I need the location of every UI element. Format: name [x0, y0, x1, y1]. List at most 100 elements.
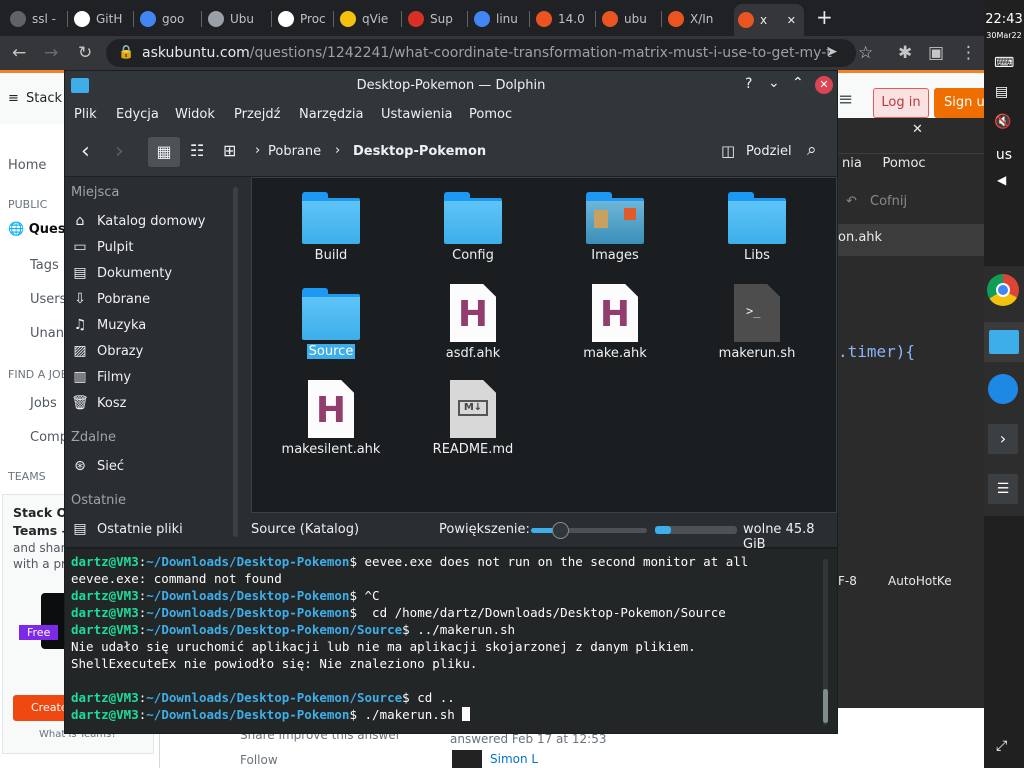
window-titlebar[interactable]: Desktop-Pokemon — Dolphin ? ⌄ ⌃ ✕: [65, 71, 837, 101]
details-view-icon[interactable]: ⊞: [223, 141, 236, 160]
file-item[interactable]: H make.ahk: [550, 284, 680, 361]
nav-home[interactable]: Home: [8, 158, 46, 173]
menu-file[interactable]: Plik: [74, 107, 97, 122]
file-item-selected[interactable]: Source: [266, 288, 396, 359]
zoom-slider[interactable]: [531, 522, 647, 539]
clock-time[interactable]: 22:43: [984, 12, 1024, 27]
clipboard-icon[interactable]: ▤: [995, 84, 1008, 100]
file-item[interactable]: Libs: [692, 192, 822, 263]
nav-companies[interactable]: Comp: [30, 430, 68, 445]
file-item[interactable]: Config: [408, 192, 538, 263]
keyboard-icon[interactable]: ⌨: [994, 55, 1014, 71]
sidepanel-icon[interactable]: ▣: [928, 44, 944, 62]
tab-close-icon[interactable]: ✕: [787, 14, 800, 27]
file-item[interactable]: Build: [266, 192, 396, 263]
bookmark-star-icon[interactable]: ☆: [858, 44, 873, 62]
icons-view-icon[interactable]: ▦: [148, 137, 180, 167]
expand-icon[interactable]: ⤢: [996, 738, 1007, 754]
panel-collapse-icon[interactable]: ◀: [997, 173, 1006, 187]
editor-language[interactable]: AutoHotKe: [888, 574, 952, 588]
extensions-puzzle-icon[interactable]: ✱: [898, 44, 912, 62]
back-icon[interactable]: ‹: [81, 139, 90, 164]
close-icon[interactable]: ✕: [815, 76, 833, 94]
browser-tab[interactable]: Ubu: [204, 6, 262, 32]
back-arrow-icon[interactable]: ←: [12, 44, 26, 62]
browser-tab[interactable]: Sup: [404, 6, 462, 32]
browser-tab[interactable]: qVie: [336, 6, 394, 32]
file-item[interactable]: Images: [550, 192, 680, 263]
browser-tab[interactable]: goo: [136, 6, 194, 32]
place-documents[interactable]: ▤ Dokumenty: [71, 261, 231, 285]
forward-icon[interactable]: ›: [115, 139, 124, 164]
keyboard-layout[interactable]: us: [984, 147, 1024, 163]
menu-edit[interactable]: Edycja: [116, 107, 159, 122]
place-music[interactable]: ♫ Muzyka: [71, 313, 231, 337]
file-item[interactable]: H makesilent.ahk: [266, 380, 396, 457]
zoom-slider-handle[interactable]: [552, 522, 569, 539]
menu-view[interactable]: Widok: [175, 107, 215, 122]
network-app-icon[interactable]: [988, 374, 1018, 404]
send-to-device-icon[interactable]: ➤: [826, 43, 838, 61]
hamburger-icon[interactable]: ≡: [838, 89, 853, 110]
browser-tab[interactable]: x ✕: [734, 4, 804, 36]
terminal-app-icon[interactable]: ›: [988, 424, 1018, 454]
menu-icon[interactable]: ≡: [8, 91, 19, 106]
dolphin-taskbar-entry[interactable]: [984, 322, 1024, 362]
browser-tab[interactable]: 14.0: [532, 6, 590, 32]
file-item[interactable]: M↓ README.md: [408, 380, 538, 457]
nav-questions[interactable]: 🌐 Quest: [8, 222, 72, 237]
compact-view-icon[interactable]: ☷: [190, 141, 204, 160]
menu-tools[interactable]: Narzędzia: [299, 107, 364, 122]
terminal-scrollbar[interactable]: [823, 559, 828, 725]
forward-arrow-icon[interactable]: →: [44, 44, 58, 62]
browser-tab[interactable]: linu: [470, 6, 528, 32]
reload-icon[interactable]: ↻: [78, 44, 92, 62]
speaker-muted-icon[interactable]: 🔇: [994, 114, 1011, 130]
place-recent-files[interactable]: ▤ Ostatnie pliki: [71, 517, 231, 541]
login-button[interactable]: Log in: [873, 88, 929, 118]
editor-collapse-icon[interactable]: ✕: [912, 122, 923, 137]
avatar[interactable]: [452, 750, 482, 768]
signup-button[interactable]: Sign u: [934, 88, 984, 118]
help-icon[interactable]: ?: [745, 76, 752, 92]
chrome-icon[interactable]: [987, 274, 1019, 306]
breadcrumb-item-downloads[interactable]: Pobrane: [268, 144, 321, 159]
split-button[interactable]: Podziel: [746, 144, 792, 159]
answer-user-link[interactable]: Simon L: [490, 752, 538, 766]
place-downloads[interactable]: ⇩ Pobrane: [71, 287, 231, 311]
place-home[interactable]: ⌂ Katalog domowy: [71, 209, 231, 233]
browser-tab[interactable]: X/In: [664, 6, 722, 32]
address-bar[interactable]: 🔒 askubuntu.com/questions/1242241/what-c…: [106, 39, 856, 67]
place-desktop[interactable]: ▭ Pulpit: [71, 235, 231, 259]
browser-tab[interactable]: ssl -: [6, 6, 64, 32]
editor-tab[interactable]: on.ahk: [838, 230, 882, 245]
undo-icon[interactable]: ↶: [846, 194, 857, 209]
minimize-icon[interactable]: ⌄: [768, 75, 780, 91]
file-item[interactable]: H asdf.ahk: [408, 284, 538, 361]
editor-menu[interactable]: nia Pomoc: [842, 156, 926, 171]
nav-users[interactable]: Users: [30, 292, 66, 307]
lock-icon[interactable]: 🔒: [118, 44, 134, 62]
place-videos[interactable]: ▥ Filmy: [71, 365, 231, 389]
nav-jobs[interactable]: Jobs: [30, 396, 57, 411]
split-view-icon[interactable]: ◫: [721, 142, 735, 160]
nav-tags[interactable]: Tags: [30, 258, 59, 273]
search-icon[interactable]: ⌕: [807, 140, 817, 160]
editor-undo[interactable]: Cofnij: [870, 194, 907, 209]
place-pictures[interactable]: ▨ Obrazy: [71, 339, 231, 363]
breadcrumb-item-current[interactable]: Desktop-Pokemon: [353, 144, 486, 159]
browser-tab[interactable]: GitH: [70, 6, 128, 32]
place-trash[interactable]: 🗑 Kosz: [71, 391, 231, 415]
browser-tab[interactable]: ubu: [598, 6, 656, 32]
menu-settings[interactable]: Ustawienia: [381, 107, 452, 122]
places-scrollbar[interactable]: [233, 187, 238, 537]
settings-app-icon[interactable]: ☰: [988, 474, 1018, 504]
site-logo[interactable]: Stack: [26, 91, 62, 106]
terminal-window[interactable]: dartz@VM3:~/Downloads/Desktop-Pokemon$ e…: [64, 548, 838, 734]
follow-link[interactable]: Follow: [240, 753, 278, 767]
file-item[interactable]: >_ makerun.sh: [692, 284, 822, 361]
place-network[interactable]: ⊛ Sieć: [71, 454, 231, 478]
editor-encoding[interactable]: F-8: [838, 574, 857, 588]
browser-tab[interactable]: Proc: [274, 6, 332, 32]
chrome-menu-icon[interactable]: ⋮: [960, 44, 977, 62]
